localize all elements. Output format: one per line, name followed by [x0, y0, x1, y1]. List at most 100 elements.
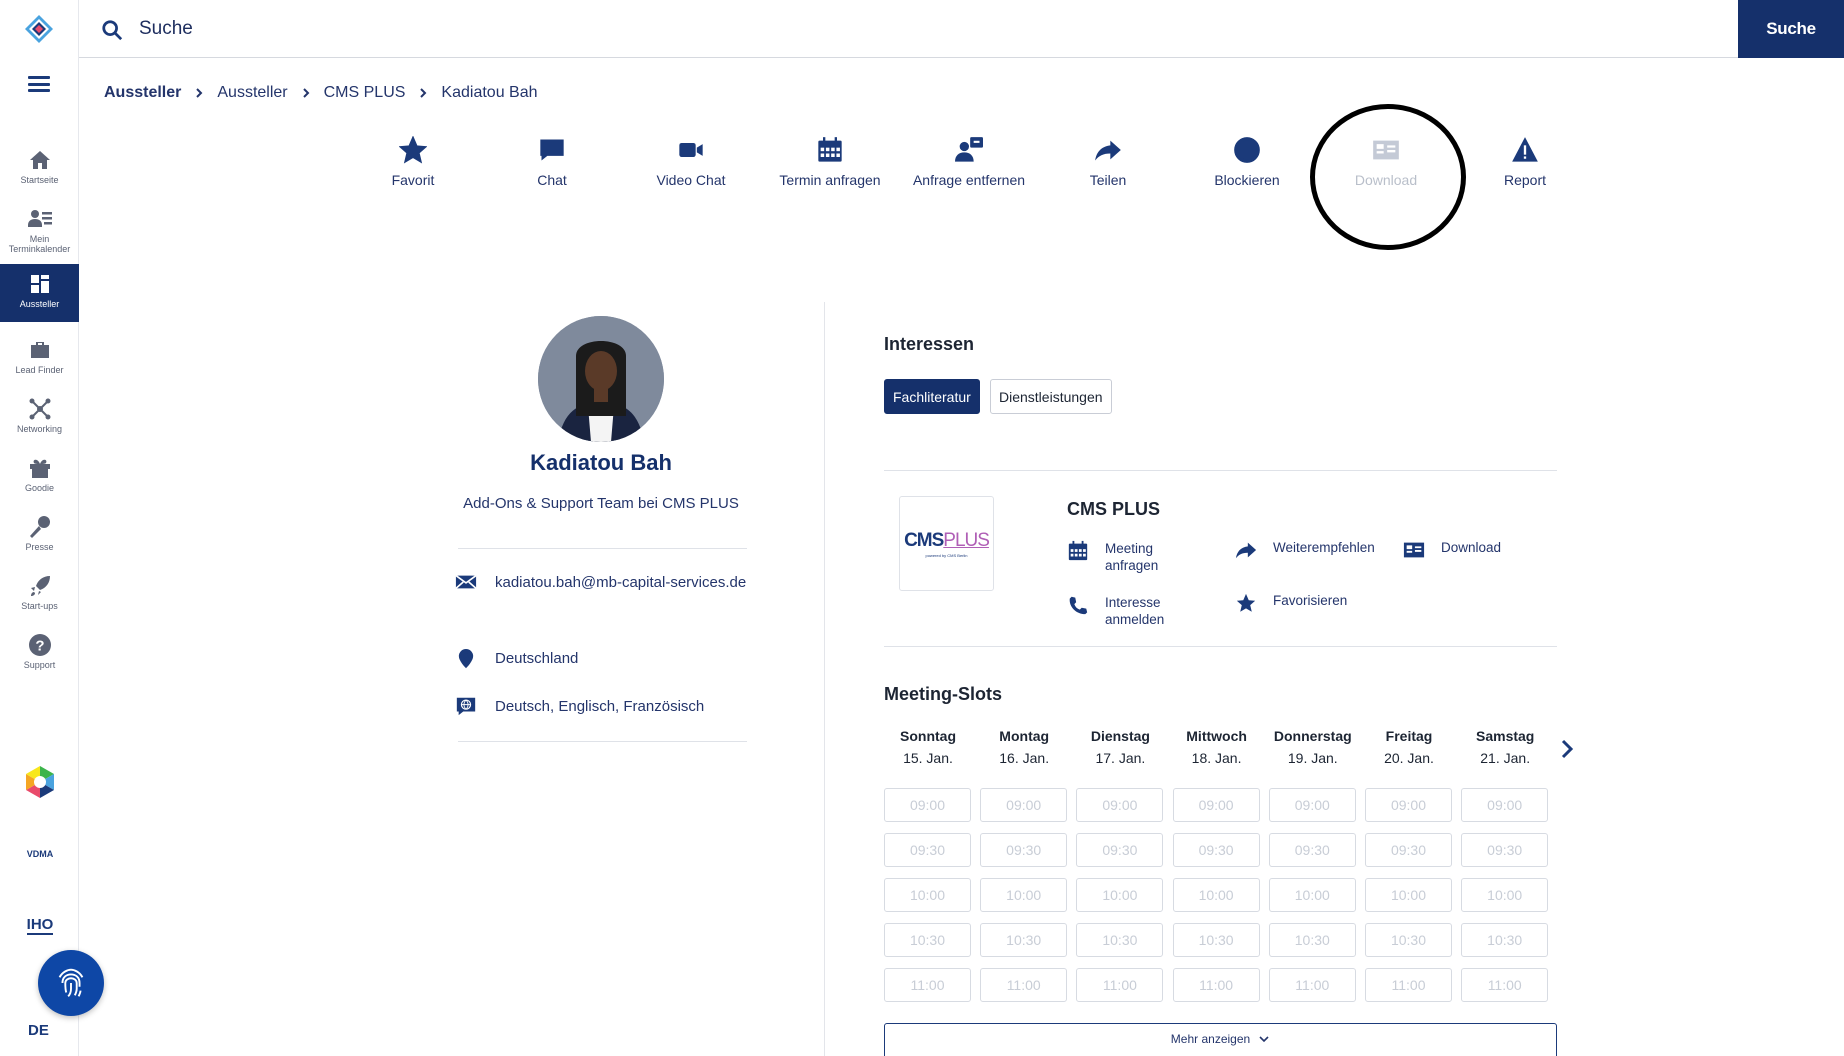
chevron-right-icon — [420, 88, 427, 98]
time-slot[interactable]: 11:00 — [1076, 968, 1164, 1002]
sidebar-item-goodie[interactable]: Goodie — [0, 448, 79, 506]
time-slot[interactable]: 10:00 — [1365, 878, 1452, 912]
time-slot[interactable]: 11:00 — [1365, 968, 1452, 1002]
sidebar-item-presse[interactable]: Presse — [0, 507, 79, 565]
time-slot[interactable]: 10:30 — [1268, 923, 1356, 957]
interest-tag-fachliteratur[interactable]: Fachliteratur — [884, 379, 980, 414]
sidebar-item-support[interactable]: ? Support — [0, 625, 79, 683]
time-slot[interactable]: 09:30 — [1461, 833, 1549, 867]
time-slot[interactable]: 09:30 — [1076, 833, 1164, 867]
anfrage-entfernen-button[interactable]: Anfrage entfernen — [899, 136, 1039, 188]
time-slot[interactable]: 10:00 — [1461, 878, 1549, 912]
video-chat-button[interactable]: Video Chat — [621, 136, 761, 188]
time-slot[interactable]: 11:00 — [884, 968, 971, 1002]
download-button[interactable]: Download — [1316, 136, 1456, 188]
search-input[interactable] — [139, 12, 1439, 46]
meeting-anfragen-link[interactable]: Meeting anfragen — [1067, 540, 1185, 574]
gift-icon — [29, 459, 50, 478]
interest-tag-dienstleistungen[interactable]: Dienstleistungen — [990, 379, 1112, 414]
speech-globe-icon — [456, 697, 476, 716]
time-slot[interactable]: 09:30 — [1268, 833, 1356, 867]
day-name: Freitag — [1385, 728, 1433, 744]
time-slot[interactable]: 11:00 — [1172, 968, 1260, 1002]
time-slot[interactable]: 09:00 — [980, 788, 1068, 822]
time-slot[interactable]: 11:00 — [1268, 968, 1356, 1002]
rocket-icon — [30, 576, 50, 596]
search-button[interactable]: Suche — [1738, 0, 1844, 58]
day-date: 17. Jan. — [1095, 750, 1146, 766]
id-card-icon — [1403, 542, 1425, 558]
sidebar-item-startups[interactable]: Start-ups — [0, 566, 79, 624]
teilen-button[interactable]: Teilen — [1038, 136, 1178, 188]
language-switch[interactable]: DE — [28, 1022, 49, 1039]
sidebar-item-networking[interactable]: Networking — [0, 389, 79, 447]
app-logo[interactable] — [24, 14, 54, 44]
time-slot[interactable]: 10:00 — [1268, 878, 1356, 912]
company-name[interactable]: CMS PLUS — [1067, 499, 1160, 520]
day-date: 18. Jan. — [1191, 750, 1242, 766]
profile-email[interactable]: kadiatou.bah@mb-capital-services.de — [495, 569, 755, 597]
show-more-button[interactable]: Mehr anzeigen — [884, 1023, 1557, 1056]
chevron-right-icon[interactable] — [1558, 738, 1576, 760]
country-row: Deutschland — [455, 645, 755, 673]
sidebar-item-terminkalender[interactable]: Mein Terminkalender — [0, 199, 79, 257]
divider — [884, 470, 1557, 471]
interesse-anmelden-link[interactable]: Interesse anmelden — [1067, 594, 1185, 628]
time-slot[interactable]: 09:00 — [1076, 788, 1164, 822]
weiterempfehlen-link[interactable]: Weiterempfehlen — [1235, 539, 1375, 561]
blockieren-button[interactable]: Blockieren — [1177, 136, 1317, 188]
fingerprint-button[interactable] — [38, 950, 104, 1016]
sidebar-item-label: Mein Terminkalender — [8, 234, 71, 254]
time-slot[interactable]: 10:30 — [1365, 923, 1452, 957]
time-slot[interactable]: 09:00 — [1172, 788, 1260, 822]
company-download-link[interactable]: Download — [1403, 539, 1501, 561]
time-slot[interactable]: 09:00 — [1268, 788, 1356, 822]
favorisieren-link[interactable]: Favorisieren — [1235, 592, 1347, 614]
time-slot[interactable]: 09:00 — [884, 788, 971, 822]
time-slot[interactable]: 09:30 — [1172, 833, 1260, 867]
time-slot[interactable]: 09:00 — [1365, 788, 1452, 822]
chat-button[interactable]: Chat — [482, 136, 622, 188]
time-slot[interactable]: 10:30 — [884, 923, 971, 957]
sidebar-item-aussteller[interactable]: Aussteller — [0, 264, 79, 322]
envelope-icon — [455, 574, 477, 590]
breadcrumb-item[interactable]: Aussteller — [217, 84, 287, 102]
time-slot[interactable]: 09:30 — [1365, 833, 1452, 867]
location-pin-icon — [458, 649, 474, 669]
partner-logo-vdma[interactable]: VDMA — [18, 834, 62, 874]
time-slot[interactable]: 10:00 — [980, 878, 1068, 912]
report-button[interactable]: Report — [1455, 136, 1595, 188]
day-date: 16. Jan. — [999, 750, 1050, 766]
breadcrumb: Aussteller Aussteller CMS PLUS Kadiatou … — [104, 84, 538, 102]
time-slot[interactable]: 11:00 — [1461, 968, 1549, 1002]
sidebar-item-lead-finder[interactable]: Lead Finder — [0, 330, 79, 388]
favorit-button[interactable]: Favorit — [343, 136, 483, 188]
sidebar-item-startseite[interactable]: Startseite — [0, 140, 79, 198]
partner-logo-colorful[interactable] — [18, 762, 62, 802]
time-slot[interactable]: 09:30 — [884, 833, 971, 867]
day-date: 15. Jan. — [903, 750, 953, 766]
time-slot[interactable]: 10:30 — [980, 923, 1068, 957]
time-slot[interactable]: 10:30 — [1461, 923, 1549, 957]
profile-role: Add-Ons & Support Team bei CMS PLUS — [463, 495, 739, 512]
time-slot[interactable]: 10:30 — [1172, 923, 1260, 957]
sidebar-item-label: Support — [23, 660, 56, 670]
time-slot[interactable]: 09:00 — [1461, 788, 1549, 822]
time-slot[interactable]: 09:30 — [980, 833, 1068, 867]
breadcrumb-item[interactable]: Aussteller — [104, 84, 181, 102]
star-icon — [399, 136, 427, 164]
time-slot[interactable]: 10:00 — [884, 878, 971, 912]
time-slot[interactable]: 10:00 — [1076, 878, 1164, 912]
breadcrumb-item[interactable]: CMS PLUS — [324, 84, 406, 102]
time-slot[interactable]: 11:00 — [980, 968, 1068, 1002]
sidebar-item-label: Startseite — [20, 175, 59, 185]
day-column-header: Samstag 21. Jan. — [1457, 728, 1553, 766]
company-logo[interactable]: CMSPLUS powered by CMS Berlin — [899, 496, 994, 591]
menu-toggle[interactable] — [28, 76, 50, 92]
time-slot[interactable]: 10:00 — [1172, 878, 1260, 912]
video-icon — [679, 143, 703, 157]
partner-logo-iho[interactable]: IHO — [18, 905, 62, 945]
time-slot[interactable]: 10:30 — [1076, 923, 1164, 957]
termin-anfragen-button[interactable]: Termin anfragen — [760, 136, 900, 188]
day-column-header: Dienstag 17. Jan. — [1072, 728, 1168, 766]
